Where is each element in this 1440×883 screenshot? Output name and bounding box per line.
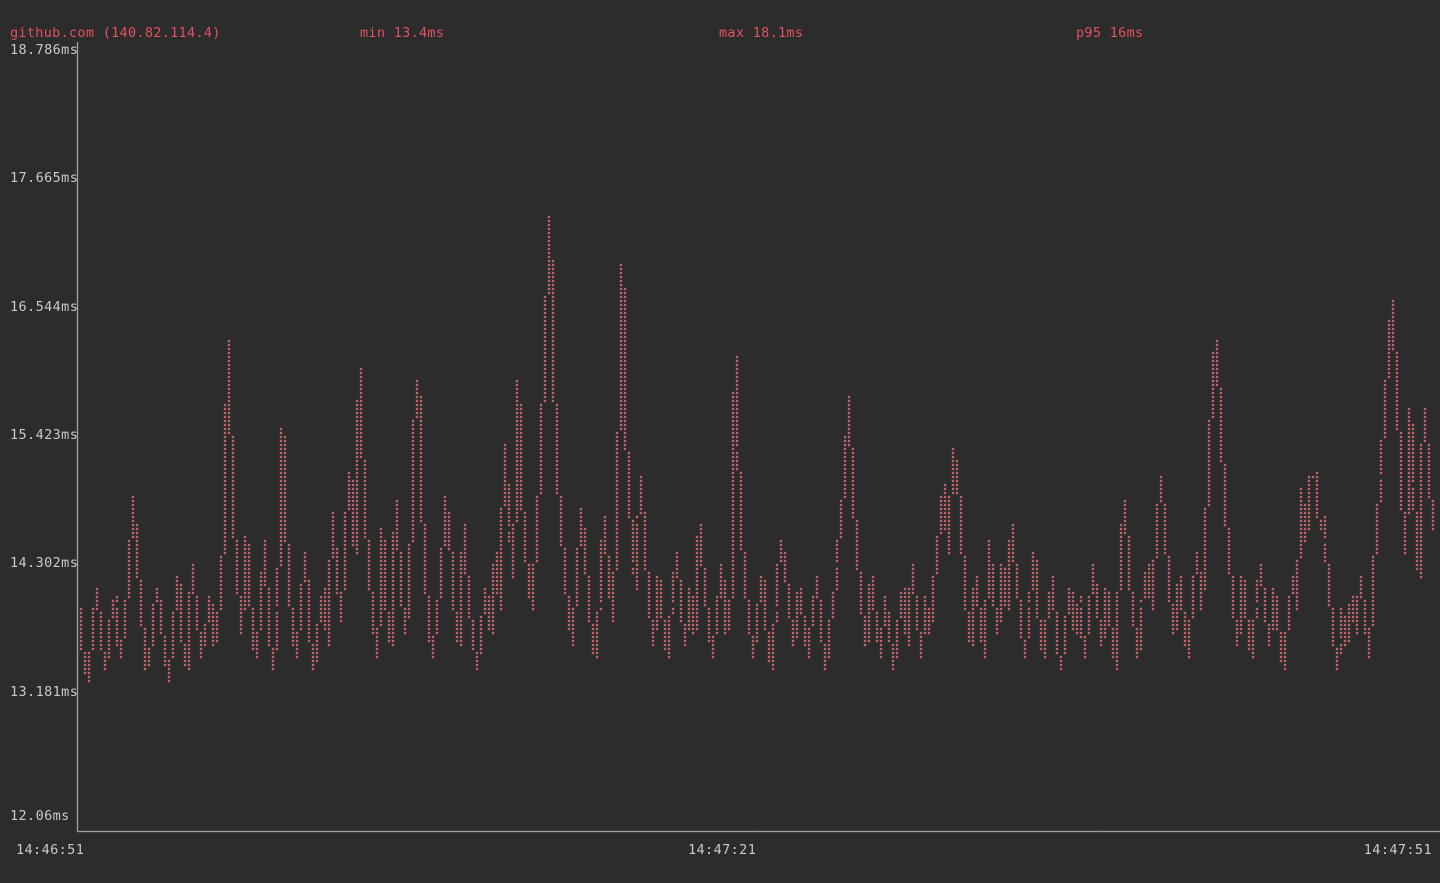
y-axis-tick: 13.181ms (10, 684, 78, 700)
y-axis-tick: 12.06ms (10, 808, 70, 824)
p95-stat-label: p95 16ms (1076, 25, 1143, 41)
y-axis-tick: 17.665ms (10, 170, 78, 186)
y-axis-tick: 15.423ms (10, 427, 78, 443)
max-stat-label: max 18.1ms (719, 25, 803, 41)
x-axis-tick-start: 14:46:51 (16, 842, 84, 858)
x-axis-tick-end: 14:47:51 (1364, 842, 1432, 858)
y-axis-tick: 14.302ms (10, 555, 78, 571)
y-axis-tick: 18.786ms (10, 42, 78, 58)
x-axis-tick-middle: 14:47:21 (688, 842, 756, 858)
latency-chart-canvas (0, 0, 1440, 883)
min-stat-label: min 13.4ms (360, 25, 444, 41)
host-label: github.com (140.82.114.4) (10, 25, 221, 41)
y-axis-tick: 16.544ms (10, 299, 78, 315)
terminal-window: github.com (140.82.114.4) min 13.4ms max… (0, 0, 1440, 883)
